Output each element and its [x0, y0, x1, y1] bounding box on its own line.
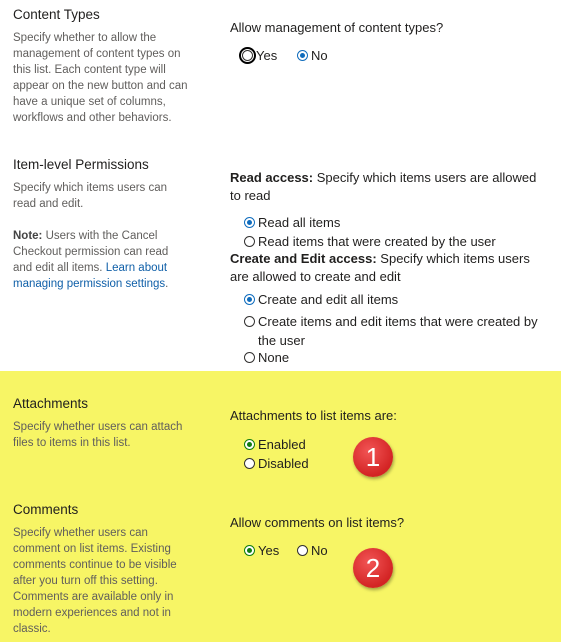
read-all-items-option[interactable]: Read all items	[244, 215, 340, 230]
question-comments: Allow comments on list items?	[230, 515, 405, 530]
note-end: .	[165, 278, 169, 290]
comments-yes-radio[interactable]	[244, 545, 255, 556]
read-own-items-radio[interactable]	[244, 236, 255, 247]
comments-no-option[interactable]: No	[297, 543, 328, 558]
note-label: Note:	[13, 230, 43, 242]
read-all-items-label: Read all items	[258, 215, 341, 230]
question-content-types: Allow management of content types?	[230, 20, 444, 35]
content-types-yes-radio[interactable]	[239, 47, 256, 64]
edit-none-label: None	[258, 350, 290, 365]
section-desc-content-types: Specify whether to allow the management …	[13, 32, 188, 124]
read-own-items-option[interactable]: Read items that were created by the user	[244, 234, 496, 249]
edit-all-items-radio[interactable]	[244, 294, 255, 305]
content-types-no-radio[interactable]	[297, 50, 308, 61]
edit-all-items-label: Create and edit all items	[258, 292, 399, 307]
edit-none-radio[interactable]	[244, 352, 255, 363]
edit-own-items-radio[interactable]	[244, 316, 255, 327]
edit-own-items-label: Create items and edit items that were cr…	[258, 314, 538, 348]
content-types-no-label: No	[311, 48, 328, 63]
comments-no-radio[interactable]	[297, 545, 308, 556]
comments-yes-label: Yes	[258, 543, 280, 558]
attachments-enabled-radio[interactable]	[244, 439, 255, 450]
content-types-no-option[interactable]: No	[297, 48, 328, 63]
attachments-enabled-option[interactable]: Enabled	[244, 437, 306, 452]
edit-all-items-option[interactable]: Create and edit all items	[244, 292, 398, 307]
edit-own-items-option[interactable]: Create items and edit items that were cr…	[244, 312, 550, 350]
section-title-attachments: Attachments	[13, 396, 89, 411]
section-desc-attachments: Specify whether users can attach files t…	[13, 421, 183, 449]
attachments-disabled-option[interactable]: Disabled	[244, 456, 309, 471]
section-desc-comments: Specify whether users can comment on lis…	[13, 527, 177, 635]
callout-badge-2: 2	[353, 548, 393, 588]
comments-yes-option[interactable]: Yes	[244, 543, 279, 558]
read-access-question: Read access: Specify which items users a…	[230, 169, 550, 205]
read-access-label: Read access:	[230, 170, 314, 185]
read-all-items-radio[interactable]	[244, 217, 255, 228]
section-title-content-types: Content Types	[13, 7, 100, 22]
callout-badge-1: 1	[353, 437, 393, 477]
attachments-disabled-radio[interactable]	[244, 458, 255, 469]
content-types-yes-option[interactable]: Yes	[239, 47, 278, 64]
read-own-items-label: Read items that were created by the user	[258, 234, 496, 249]
edit-none-option[interactable]: None	[244, 350, 289, 365]
permissions-note: Note: Users with the Cancel Checkout per…	[13, 228, 183, 292]
attachments-enabled-label: Enabled	[258, 437, 306, 452]
edit-access-label: Create and Edit access:	[230, 251, 377, 266]
section-desc-item-permissions: Specify which items users can read and e…	[13, 182, 168, 210]
attachments-disabled-label: Disabled	[258, 456, 309, 471]
comments-no-label: No	[311, 543, 328, 558]
content-types-yes-label: Yes	[256, 48, 278, 63]
section-title-comments: Comments	[13, 502, 79, 517]
section-title-item-permissions: Item-level Permissions	[13, 157, 149, 172]
edit-access-question: Create and Edit access: Specify which it…	[230, 250, 550, 286]
question-attachments: Attachments to list items are:	[230, 408, 397, 423]
